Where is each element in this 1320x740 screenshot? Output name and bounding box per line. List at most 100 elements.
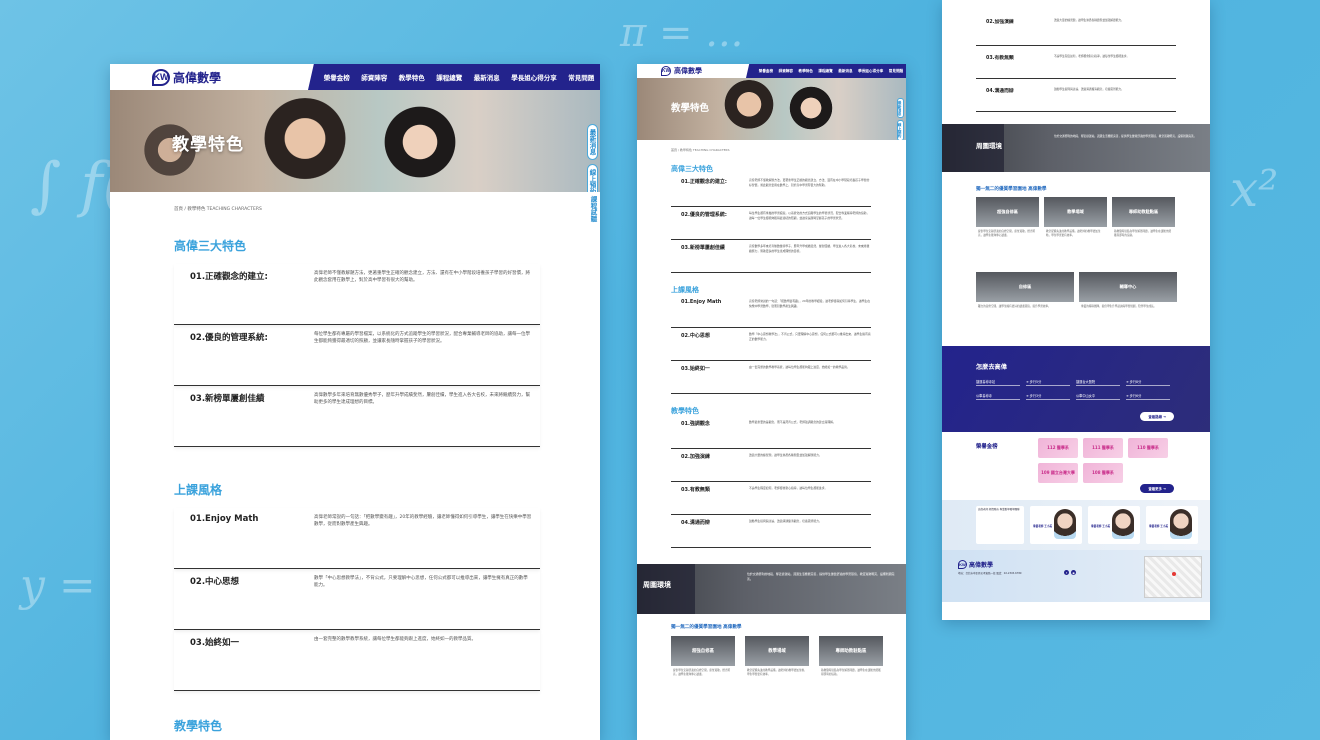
location-map[interactable] — [1144, 556, 1202, 598]
floating-side-tabs: 最新消息 線上預約 — [587, 124, 598, 192]
teachers-info: 高偉老師 師資陣容 專業數學教學團隊 — [976, 506, 1024, 544]
direction-item: 公車善導寺 — [976, 393, 1020, 400]
item-heading: 03.有教無類 — [681, 487, 710, 493]
bg-math-doodle: π = ... — [620, 10, 744, 56]
section-title: 上課風格 — [174, 483, 223, 497]
honor-badge[interactable]: 112 醫學系 — [1038, 438, 1078, 458]
directions-grid: 捷運善導寺站 ➔ 步行5分 捷運台大醫院 ➔ 步行8分 公車善導寺 ➔ 步行3分… — [976, 379, 1210, 400]
site-footer: KW 高偉數學 地址：台北市中正區忠孝東路一段 電話：02-2345-6789 … — [942, 550, 1210, 602]
teacher-card[interactable]: 專業老師 王小美 — [1088, 506, 1140, 544]
hero-photo-student — [787, 84, 835, 132]
list-item: 02.優良的管理系統: 每位學生都有專屬的學習檔案，以系統化的方式追蹤學生的學習… — [174, 325, 540, 386]
nav-item-testimonials[interactable]: 學長姐心得分享 — [511, 72, 557, 82]
facility-card[interactable]: 超強自修區 提供學生安靜舒適的自修空間，座位寬敞，燈光明亮，讓學生能夠專心讀書。 — [976, 197, 1039, 267]
item-heading: 02.中心思想 — [681, 333, 710, 339]
teacher-card[interactable]: 專業老師 王小美 — [1146, 506, 1198, 544]
brand-name: 高偉數學 — [674, 67, 702, 75]
page-title: 教學特色 — [172, 135, 244, 155]
facility-card[interactable]: 教學場域 教室配備先進的教學設備，讓老師的教學更加生動，學生學習更有效率。 — [1044, 197, 1107, 267]
teacher-name: 專業老師 王小美 — [1033, 525, 1053, 528]
facility-card[interactable]: 專師助教駐點區 助教隨時駐點為學生解答問題，讓學生在課後也能獲得即時的協助。 — [1112, 197, 1175, 267]
honor-badge[interactable]: 111 醫學系 — [1083, 438, 1123, 458]
directions-button[interactable]: 查看路線 ➜ — [1140, 412, 1174, 421]
facility-card[interactable]: 超強自修區 提供學生安靜舒適的自修空間，座位寬敞，燈光明亮，讓學生能夠專心讀書。 — [671, 636, 735, 704]
facility-photo: 超強自修區 — [976, 197, 1039, 227]
section-title: 高偉三大特色 — [174, 239, 247, 253]
item-body: 高偉老師常說的一句話：「把數學變有趣」，20年的教學經驗，讓老師懂得如何引導學生… — [749, 299, 871, 308]
facility-caption: 提供學生安靜舒適的自修空間，座位寬敞，燈光明亮，讓學生能夠專心讀書。 — [673, 669, 731, 676]
page-preview-medium: KW 高偉數學 榮譽金榜 師資陣容 教學特色 課程總覽 最新消息 學長姐心得分享… — [637, 64, 906, 740]
side-tab-booking[interactable]: 線上預約 — [587, 164, 598, 192]
hero-banner: 教學特色 最新消息 線上預約 — [110, 90, 600, 192]
nav-item-faq[interactable]: 常見問題 — [889, 69, 903, 74]
honor-badge[interactable]: 108 醫學系 — [1083, 463, 1123, 483]
list-item: 01.Enjoy Math 高偉老師常說的一句話：「把數學變有趣」，20年的教學經… — [671, 295, 871, 328]
facebook-icon[interactable]: f — [1064, 570, 1069, 575]
environment-label: 周圍環境 — [942, 124, 1004, 172]
nav-item-features[interactable]: 教學特色 — [799, 69, 813, 74]
hero-photo-student — [722, 80, 776, 134]
site-logo[interactable]: KW 高偉數學 — [110, 68, 222, 86]
facility-caption: 助教隨時駐點為學生解答問題，讓學生在課後也能獲得即時的協助。 — [821, 669, 881, 676]
item-heading: 04.溝通而辯 — [681, 520, 710, 526]
list-item: 01.正確觀念的建立: 高偉老師不僅教解題方法，更著重學生正確的觀念建立，方法、… — [174, 264, 540, 325]
side-tab-news[interactable]: 最新消息 — [897, 98, 904, 119]
nav-item-features[interactable]: 教學特色 — [399, 72, 425, 82]
facility-card[interactable]: 自修區獨立的自修空間，讓學生擁有更好的讀書環境，提升學習效率。 — [976, 272, 1074, 346]
teacher-card[interactable]: 專業老師 王小美 — [1030, 506, 1082, 544]
feature-list: 01.正確觀念的建立: 高偉老師不僅教解題方法，更著重學生正確的觀念建立，方法、… — [110, 264, 600, 447]
brand-name: 高偉數學 — [969, 562, 994, 569]
nav-item-news[interactable]: 最新消息 — [474, 72, 500, 82]
nav-item-news[interactable]: 最新消息 — [838, 69, 852, 74]
nav-item-testimonials[interactable]: 學長姐心得分享 — [858, 69, 883, 74]
section-title: 高偉三大特色 — [671, 165, 713, 173]
list-item: 02.中心思想 數學「中心思想教學法」，不背公式，只要理解中心思想，任何公式都可… — [174, 569, 540, 630]
side-tab-trial[interactable]: 課程試聽 — [587, 192, 598, 226]
nav-item-honor[interactable]: 榮譽金榜 — [759, 69, 773, 74]
page-title: 教學特色 — [671, 103, 710, 114]
nav-item-honor[interactable]: 榮譽金榜 — [324, 72, 350, 82]
item-heading: 01.Enjoy Math — [190, 514, 259, 524]
facility-card[interactable]: 教學場域 教室配備先進的教學設備，讓老師的教學更加生動，學生學習更有效率。 — [745, 636, 809, 704]
top-navbar: KW 高偉數學 榮譽金榜 師資陣容 教學特色 課程總覽 最新消息 學長姐心得分享… — [110, 64, 600, 90]
facility-photo: 教學場域 — [745, 636, 809, 666]
nav-item-teachers[interactable]: 師資陣容 — [779, 69, 793, 74]
honor-badge[interactable]: 109 國立台灣大學 — [1038, 463, 1078, 483]
facility-heading: 獨一無二的優質學習園地 高偉數學 — [671, 625, 742, 630]
side-tab-news[interactable]: 最新消息 — [587, 124, 598, 160]
direction-item: ➔ 步行5分 — [1026, 379, 1070, 386]
side-tab-booking[interactable]: 線上預約 — [897, 120, 904, 140]
site-logo[interactable]: KW 高偉數學 — [637, 66, 702, 76]
list-item: 03.有教無類 不論學生程度如何，老師都會耐心指導，讓每位學生都能進步。 — [671, 482, 871, 515]
honor-badges: 112 醫學系 111 醫學系 110 醫學系 109 國立台灣大學 108 醫… — [1038, 438, 1168, 483]
item-heading: 02.加強演練 — [986, 20, 1014, 25]
list-item: 03.始終如一 由一套完整的數學教學系統，讓每位學生都能夠跟上進度，始終如一的教學… — [671, 361, 871, 394]
item-body: 每位學生都有專屬的學習檔案，以系統化的方式追蹤學生的學習狀況，配合專業輔導老師的… — [314, 332, 530, 344]
facility-card[interactable]: 輔導中心 專業的輔導團隊，提供學生升學諮詢與學習規劃，陪伴學生成長。 — [1079, 272, 1177, 346]
main-menu: 榮譽金榜 師資陣容 教學特色 課程總覽 最新消息 學長姐心得分享 常見問題 — [308, 64, 600, 90]
item-heading: 04.溝通而辯 — [986, 89, 1014, 94]
instagram-icon[interactable]: ◉ — [1071, 570, 1076, 575]
nav-item-faq[interactable]: 常見問題 — [568, 72, 594, 82]
nav-item-courses[interactable]: 課程總覽 — [818, 69, 832, 74]
kw-logo-icon: KW — [152, 68, 170, 86]
hero-banner: 教學特色 最新消息 線上預約 — [637, 78, 906, 140]
style-list: 01.Enjoy Math 高偉老師常說的一句話：「把數學變有趣」，20年的教學… — [110, 508, 600, 691]
nav-item-courses[interactable]: 課程總覽 — [436, 72, 462, 82]
honor-badge[interactable]: 110 醫學系 — [1128, 438, 1168, 458]
brand-name: 高偉數學 — [173, 70, 222, 85]
section-title: 上課風格 — [671, 286, 699, 294]
teachers-strip: 高偉老師 師資陣容 專業數學教學團隊 專業老師 王小美 專業老師 王小美 專業老… — [942, 500, 1210, 550]
list-item: 04.溝通而辯 鼓勵學生提問與討論，透過溝通釐清觀念，培養思辨能力。 — [671, 515, 871, 548]
facility-caption: 助教隨時駐點為學生解答問題，讓學生在課後也能獲得即時的協助。 — [1114, 230, 1172, 237]
honor-more-button[interactable]: 查看更多 ➜ — [1140, 484, 1174, 493]
nav-item-teachers[interactable]: 師資陣容 — [361, 72, 387, 82]
facility-caption: 獨立的自修空間，讓學生擁有更好的讀書環境，提升學習效率。 — [978, 305, 1051, 308]
facility-tiles: 超強自修區 提供學生安靜舒適的自修空間，座位寬敞，燈光明亮，讓學生能夠專心讀書。 … — [637, 630, 906, 704]
item-body: 高偉老師不僅教解題方法，更著重學生正確的觀念建立，方法、還有在中小學階段培養孩子… — [314, 271, 530, 283]
facility-photo: 自修區 — [976, 272, 1074, 302]
facility-card[interactable]: 專師助教駐點區助教隨時駐點為學生解答問題，讓學生在課後也能獲得即時的協助。 — [819, 636, 883, 704]
facility-photo: 專師助教駐點區 — [819, 636, 883, 666]
direction-item: 公車中山女中 — [1076, 393, 1120, 400]
floating-side-tabs-lower: 課程試聽 — [587, 192, 598, 226]
